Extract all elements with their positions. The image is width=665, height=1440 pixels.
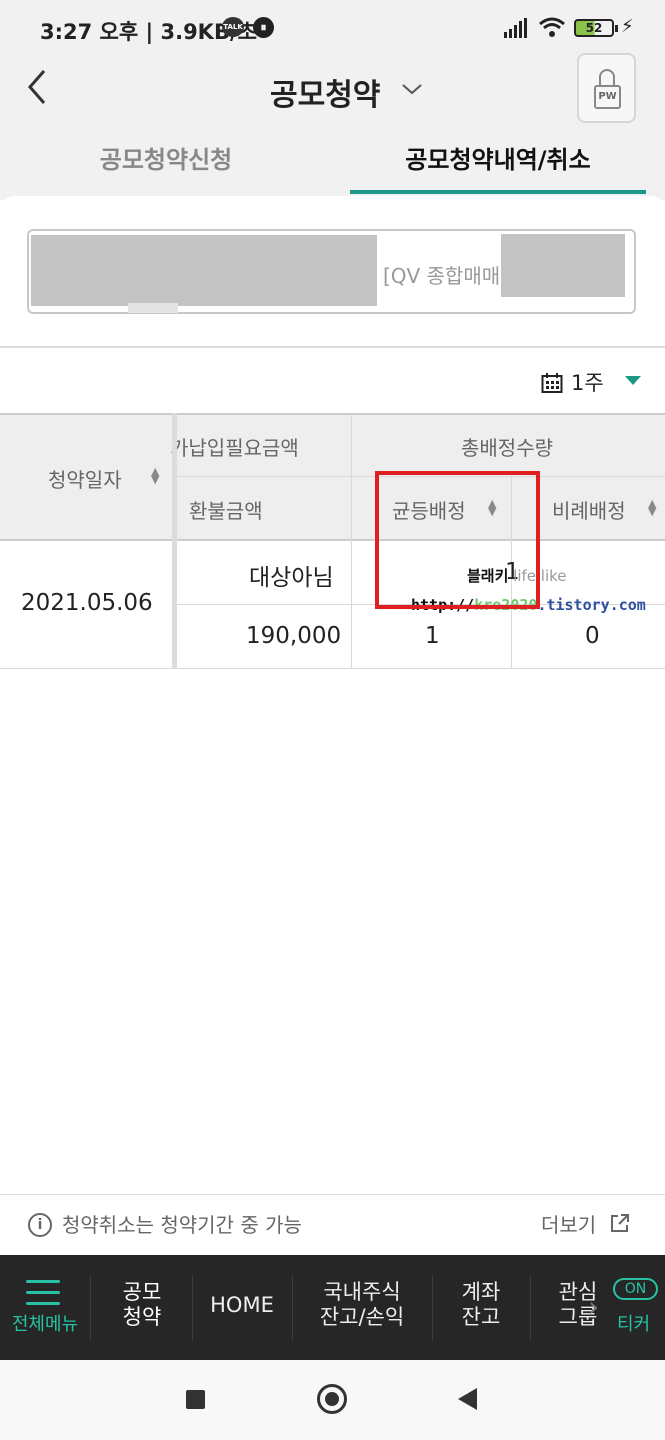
nav-label: 관심 [558,1280,598,1304]
calendar-icon[interactable] [541,372,563,394]
password-lock-button[interactable]: PW [577,53,636,123]
nav-ipo-subscription[interactable]: 공모 청약 [96,1280,188,1330]
nav-label: 잔고/손익 [319,1305,405,1329]
recent-apps-icon[interactable] [186,1390,205,1409]
divider [0,1194,665,1195]
nav-home[interactable]: HOME [194,1293,290,1318]
kakaotalk-icon: TALK [222,17,244,37]
nav-label: HOME [210,1293,274,1317]
nav-label: 그룹 [558,1305,598,1329]
account-type-label: [QV 종합매매 [383,264,501,288]
chevron-right-icon[interactable]: › [588,1290,599,1323]
header-required-amount: 가납입필요금액 [170,436,299,460]
header-total-allocation: 총배정수량 [461,436,553,460]
wifi-icon [539,17,565,37]
period-select[interactable]: 1주 [571,367,604,397]
divider [0,346,665,348]
cell-date: 2021.05.06 [21,590,153,616]
notification-icon: ⏸ [253,17,274,38]
nav-separator [192,1275,193,1341]
info-icon: i [28,1213,52,1237]
tab-subscription-apply[interactable]: 공모청약신청 [0,140,332,196]
cell-proportional-allocation: 0 [585,623,600,649]
chevron-down-icon[interactable] [401,82,423,96]
hamburger-menu-icon[interactable] [26,1280,60,1313]
battery-icon: 52 [574,19,618,37]
sort-icon[interactable]: ▲ ▼ [648,498,656,517]
column-divider [351,415,352,669]
back-triangle-icon[interactable] [458,1388,477,1410]
nav-label: 공모 [122,1280,162,1304]
cell-equal-allocation: 1 [425,623,440,649]
nav-watch-group[interactable]: 관심 그룹 [540,1280,616,1330]
nav-label: 잔고 [461,1305,501,1329]
more-link[interactable]: 더보기 [541,1209,596,1238]
account-name-redaction [501,234,625,297]
signal-icon [504,18,527,38]
header-refund-amount: 환불금액 [189,499,263,523]
account-redaction-edge [128,303,178,313]
nav-separator [432,1275,433,1341]
nav-all-menu[interactable]: 전체메뉴 [0,1310,90,1336]
charging-icon: ⚡ [621,16,634,37]
sort-icon[interactable]: ▲ ▼ [151,466,159,485]
nav-domestic-stock-balance[interactable]: 국내주식 잔고/손익 [294,1280,430,1330]
pw-label: PW [594,85,621,109]
cell-required-amount: 대상아님 [249,565,334,591]
nav-separator [292,1275,293,1341]
external-link-icon[interactable] [609,1212,631,1234]
nav-label: 청약 [122,1305,162,1329]
row-divider [0,668,665,669]
home-icon[interactable] [317,1384,347,1414]
frozen-column-edge [172,413,177,669]
cancel-notice: 청약취소는 청약기간 중 가능 [62,1213,302,1237]
nav-label: 국내주식 [323,1280,401,1304]
nav-separator [530,1275,531,1341]
back-arrow-icon[interactable] [26,68,48,106]
nav-account-balance[interactable]: 계좌 잔고 [434,1280,528,1330]
status-bar: 3:27 오후 | 3.9KB/초 TALK ⏸ 52 ⚡ [0,0,665,56]
ticker-label[interactable]: 티커 [617,1310,650,1336]
nav-separator [90,1275,91,1341]
header-date[interactable]: 청약일자 [48,464,122,493]
nav-label: 계좌 [461,1280,501,1304]
dropdown-arrow-icon[interactable] [625,376,641,385]
highlight-box [375,471,540,609]
tab-subscription-history[interactable]: 공모청약내역/취소 [350,140,646,196]
active-tab-indicator [350,190,646,194]
page-title[interactable]: 공모청약 [270,70,380,114]
ticker-toggle[interactable]: ON [613,1278,658,1300]
cell-refund-amount: 190,000 [246,623,342,649]
account-number-redaction [31,235,377,306]
header-proportional-allocation[interactable]: 비례배정 [552,495,626,524]
